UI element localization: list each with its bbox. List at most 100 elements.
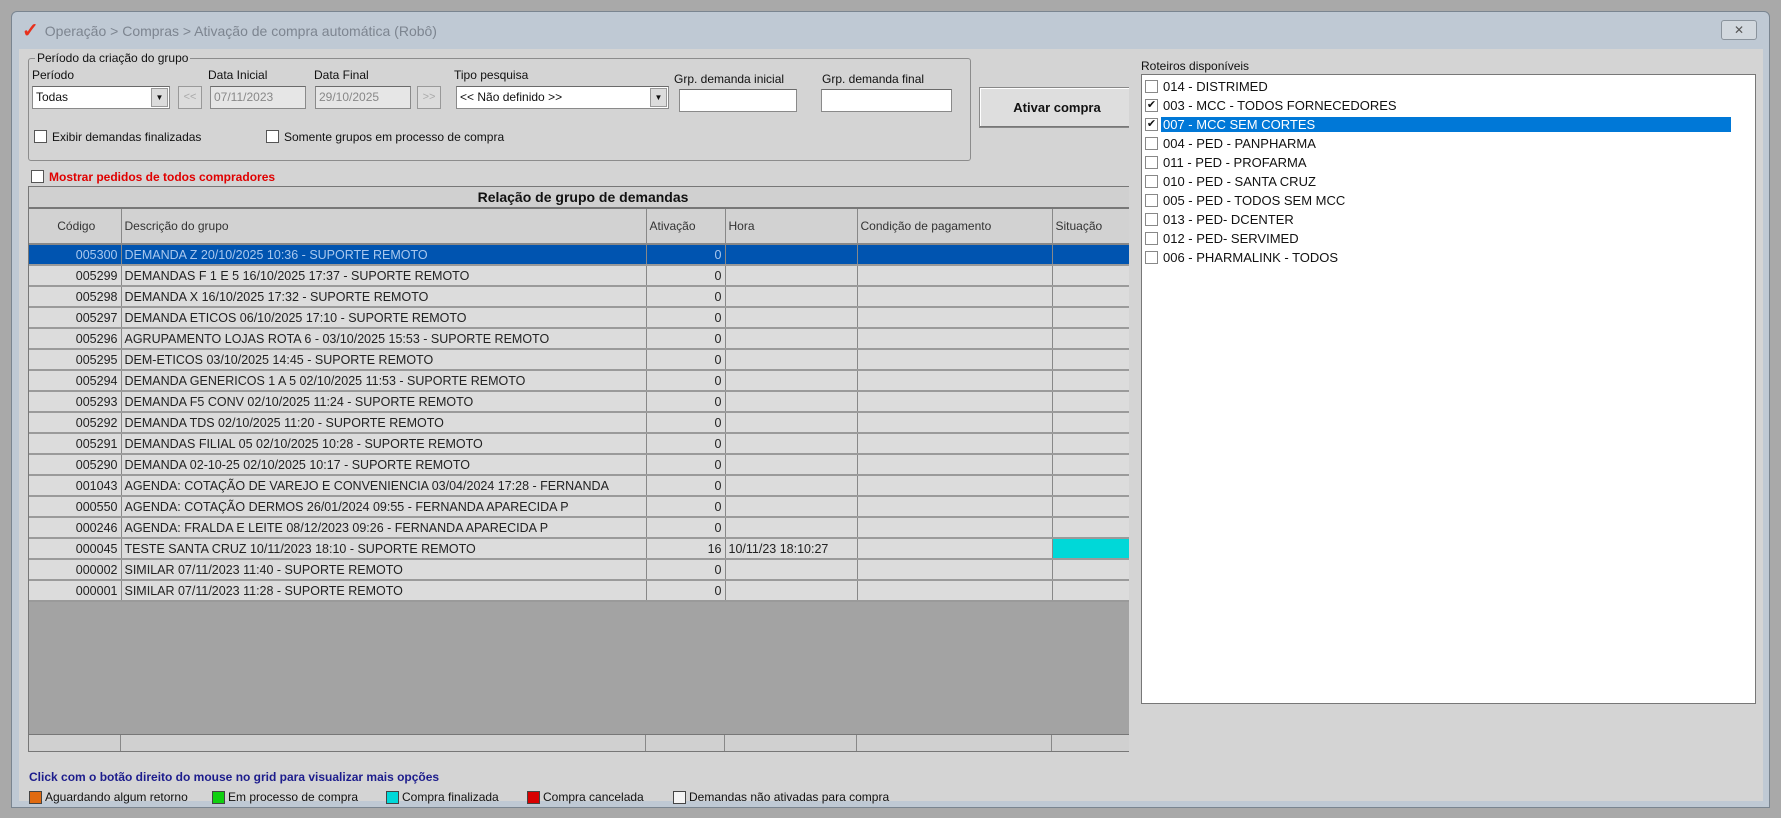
cell-codigo: 005298	[29, 286, 122, 308]
somente-processo-checkbox[interactable]	[266, 130, 279, 143]
cell-ativacao: 0	[646, 475, 726, 497]
table-row[interactable]: 001043 AGENDA: COTAÇÃO DE VAREJO E CONVEN…	[29, 475, 1137, 497]
cell-ativacao: 0	[646, 244, 726, 266]
roteiro-label: 007 - MCC SEM CORTES	[1161, 116, 1731, 132]
cell-condicao	[857, 538, 1053, 560]
cell-situacao	[1052, 496, 1137, 518]
grid-caption: Relação de grupo de demandas	[29, 187, 1137, 209]
roteiro-checkbox[interactable]	[1145, 174, 1158, 188]
table-row[interactable]: 000002 SIMILAR 07/11/2023 11:40 - SUPORTE…	[29, 559, 1137, 581]
data-final-field[interactable]: 29/10/2025	[315, 86, 411, 109]
table-row[interactable]: 000001 SIMILAR 07/11/2023 11:28 - SUPORTE…	[29, 580, 1137, 602]
column-header[interactable]: Descrição do grupo	[121, 209, 647, 245]
cell-hora	[725, 265, 858, 287]
roteiro-checkbox[interactable]	[1145, 136, 1158, 150]
data-inicial-field[interactable]: 07/11/2023	[210, 86, 306, 109]
close-button[interactable]: ✕	[1721, 20, 1757, 40]
cell-ativacao: 0	[646, 328, 726, 350]
chevron-down-icon[interactable]: ▼	[650, 88, 667, 107]
roteiro-item[interactable]: 004 - PED - PANPHARMA	[1145, 134, 1318, 152]
exibir-finalizadas-label: Exibir demandas finalizadas	[52, 130, 202, 144]
roteiro-item[interactable]: 010 - PED - SANTA CRUZ	[1145, 172, 1318, 190]
next-period-button[interactable]: >>	[417, 86, 441, 109]
table-row[interactable]: 005299 DEMANDAS F 1 E 5 16/10/2025 17:37 …	[29, 265, 1137, 287]
roteiro-checkbox[interactable]: ✔	[1145, 98, 1158, 112]
prev-period-button[interactable]: <<	[178, 86, 202, 109]
cell-hora	[725, 328, 858, 350]
table-row[interactable]: 005291 DEMANDAS FILIAL 05 02/10/2025 10:2…	[29, 433, 1137, 455]
cell-hora	[725, 454, 858, 476]
roteiro-item[interactable]: 014 - DISTRIMED	[1145, 77, 1270, 95]
cell-ativacao: 0	[646, 370, 726, 392]
cell-hora	[725, 244, 858, 266]
roteiro-item[interactable]: 011 - PED - PROFARMA	[1145, 153, 1309, 171]
roteiro-checkbox[interactable]	[1145, 193, 1158, 207]
column-header[interactable]: Hora	[725, 209, 858, 245]
demand-groups-grid[interactable]: Relação de grupo de demandas Código Descr…	[28, 186, 1138, 752]
column-header[interactable]: Situação	[1052, 209, 1137, 245]
roteiro-item[interactable]: 013 - PED- DCENTER	[1145, 210, 1296, 228]
roteiro-checkbox[interactable]: ✔	[1145, 117, 1158, 131]
cell-condicao	[857, 391, 1053, 413]
cell-descricao: SIMILAR 07/11/2023 11:40 - SUPORTE REMOT…	[121, 559, 647, 581]
roteiro-checkbox[interactable]	[1145, 212, 1158, 226]
table-row[interactable]: 005296 AGRUPAMENTO LOJAS ROTA 6 - 03/10/2…	[29, 328, 1137, 350]
cell-ativacao: 0	[646, 265, 726, 287]
roteiro-item[interactable]: ✔ 003 - MCC - TODOS FORNECEDORES	[1145, 96, 1399, 114]
roteiro-item[interactable]: 006 - PHARMALINK - TODOS	[1145, 248, 1340, 266]
table-row[interactable]: 005292 DEMANDA TDS 02/10/2025 11:20 - SUP…	[29, 412, 1137, 434]
cell-hora	[725, 286, 858, 308]
roteiro-checkbox[interactable]	[1145, 79, 1158, 93]
cell-codigo: 005293	[29, 391, 122, 413]
table-row[interactable]: 005297 DEMANDA ETICOS 06/10/2025 17:10 - …	[29, 307, 1137, 329]
roteiros-list[interactable]: 014 - DISTRIMED ✔ 003 - MCC - TODOS FORNEC…	[1141, 74, 1756, 704]
cell-condicao	[857, 307, 1053, 329]
column-header[interactable]: Ativação	[646, 209, 726, 245]
grp-inicial-field[interactable]	[679, 89, 797, 112]
cell-condicao	[857, 349, 1053, 371]
tipo-pesquisa-select[interactable]: << Não definido >> ▼	[456, 86, 669, 109]
roteiro-checkbox[interactable]	[1145, 155, 1158, 169]
roteiro-item[interactable]: 012 - PED- SERVIMED	[1145, 229, 1301, 247]
grp-final-field[interactable]	[821, 89, 952, 112]
table-row[interactable]: 000045 TESTE SANTA CRUZ 10/11/2023 18:10 …	[29, 538, 1137, 560]
cell-situacao	[1052, 265, 1137, 287]
column-header[interactable]: Condição de pagamento	[857, 209, 1053, 245]
cell-hora	[725, 580, 858, 602]
table-row[interactable]: 000550 AGENDA: COTAÇÃO DERMOS 26/01/2024 …	[29, 496, 1137, 518]
table-row[interactable]: 005294 DEMANDA GENERICOS 1 A 5 02/10/2025…	[29, 370, 1137, 392]
cell-ativacao: 0	[646, 433, 726, 455]
cell-condicao	[857, 517, 1053, 539]
cell-hora	[725, 412, 858, 434]
cell-situacao	[1052, 517, 1137, 539]
cell-situacao	[1052, 244, 1137, 266]
roteiro-item[interactable]: ✔ 007 - MCC SEM CORTES	[1145, 115, 1731, 133]
roteiros-panel: Roteiros disponíveis 014 - DISTRIMED ✔ 003…	[1129, 49, 1763, 801]
table-row[interactable]: 005290 DEMANDA 02-10-25 02/10/2025 10:17 …	[29, 454, 1137, 476]
table-row[interactable]: 005295 DEM-ETICOS 03/10/2025 14:45 - SUPO…	[29, 349, 1137, 371]
table-row[interactable]: 005298 DEMANDA X 16/10/2025 17:32 - SUPOR…	[29, 286, 1137, 308]
table-row[interactable]: 000246 AGENDA: FRALDA E LEITE 08/12/2023 …	[29, 517, 1137, 539]
roteiro-label: 010 - PED - SANTA CRUZ	[1163, 173, 1316, 189]
roteiro-checkbox[interactable]	[1145, 231, 1158, 245]
roteiro-label: 005 - PED - TODOS SEM MCC	[1163, 192, 1346, 208]
cell-hora	[725, 496, 858, 518]
cell-descricao: DEMANDA X 16/10/2025 17:32 - SUPORTE REM…	[121, 286, 647, 308]
table-row[interactable]: 005293 DEMANDA F5 CONV 02/10/2025 11:24 -…	[29, 391, 1137, 413]
chevron-down-icon[interactable]: ▼	[151, 88, 168, 107]
table-row[interactable]: 005300 DEMANDA Z 20/10/2025 10:36 - SUPOR…	[29, 244, 1137, 266]
ativar-compra-button[interactable]: Ativar compra	[979, 87, 1135, 128]
mostrar-todos-checkbox[interactable]	[31, 170, 44, 183]
cell-condicao	[857, 328, 1053, 350]
legend-item: Demandas não ativadas para compra	[673, 790, 889, 804]
periodo-select[interactable]: Todas ▼	[32, 86, 170, 109]
roteiro-item[interactable]: 005 - PED - TODOS SEM MCC	[1145, 191, 1347, 209]
cell-condicao	[857, 433, 1053, 455]
somente-processo-label: Somente grupos em processo de compra	[284, 130, 505, 144]
exibir-finalizadas-checkbox[interactable]	[34, 130, 47, 143]
column-header[interactable]: Código	[29, 209, 122, 245]
legend-item: Compra cancelada	[527, 790, 644, 804]
cell-descricao: DEM-ETICOS 03/10/2025 14:45 - SUPORTE RE…	[121, 349, 647, 371]
roteiro-checkbox[interactable]	[1145, 250, 1158, 264]
data-inicial-label: Data Inicial	[208, 68, 268, 82]
